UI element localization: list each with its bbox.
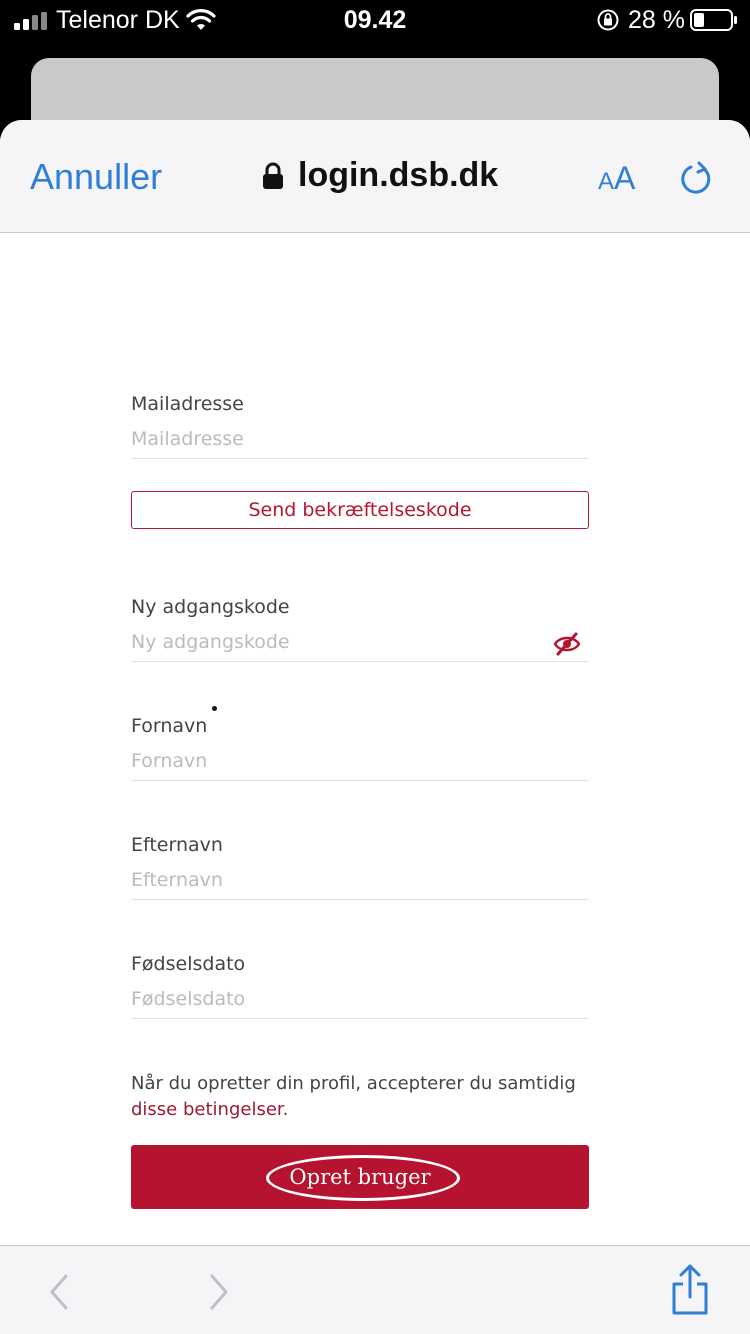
carrier-name: Telenor DK: [56, 6, 180, 34]
cellular-signal-icon: [14, 12, 47, 30]
orientation-lock-icon: [597, 9, 619, 31]
terms-link[interactable]: disse betingelser: [131, 1099, 283, 1120]
url-text: login.dsb.dk: [298, 156, 499, 194]
email-label: Mailadresse: [131, 393, 244, 415]
first-name-label: Fornavn: [131, 715, 208, 737]
birthdate-field[interactable]: [131, 979, 589, 1019]
new-password-label: Ny adgangskode: [131, 596, 290, 618]
browser-nav-bar: Annuller login.dsb.dk AA: [0, 120, 750, 233]
browser-toolbar: [0, 1245, 750, 1334]
text-size-button[interactable]: AA: [598, 160, 635, 197]
chevron-left-icon[interactable]: [44, 1272, 74, 1312]
terms-sentence: Når du opretter din profil, accepterer d…: [131, 1073, 576, 1094]
cursor-dot: [212, 706, 217, 711]
first-name-field[interactable]: [131, 741, 589, 781]
birthdate-label: Fødselsdato: [131, 953, 246, 975]
text-size-small-glyph: A: [598, 168, 615, 195]
wifi-icon: [186, 9, 216, 30]
terms-text: Når du opretter din profil, accepterer d…: [131, 1071, 601, 1123]
battery-percentage: 28 %: [628, 6, 685, 34]
status-bar: Telenor DK 09.42 28 %: [0, 0, 750, 44]
browser-sheet: Annuller login.dsb.dk AA Mailadresse Sen…: [0, 120, 750, 1334]
create-user-button[interactable]: Opret bruger: [131, 1145, 589, 1209]
send-code-button[interactable]: Send bekræftelseskode: [131, 491, 589, 529]
url-display[interactable]: login.dsb.dk: [262, 156, 498, 195]
cancel-button[interactable]: Annuller: [30, 156, 162, 198]
terms-period: .: [282, 1099, 289, 1120]
create-user-label: Opret bruger: [289, 1165, 431, 1189]
last-name-field[interactable]: [131, 860, 589, 900]
lock-icon: [263, 162, 283, 189]
share-icon[interactable]: [668, 1264, 712, 1316]
eye-slash-icon[interactable]: [553, 632, 581, 656]
email-field[interactable]: [131, 419, 589, 459]
reload-icon[interactable]: [678, 160, 714, 196]
new-password-field[interactable]: [131, 622, 589, 662]
chevron-right-icon[interactable]: [204, 1272, 234, 1312]
text-size-big-glyph: A: [614, 160, 636, 196]
last-name-label: Efternavn: [131, 834, 223, 856]
battery-icon: [690, 9, 737, 31]
